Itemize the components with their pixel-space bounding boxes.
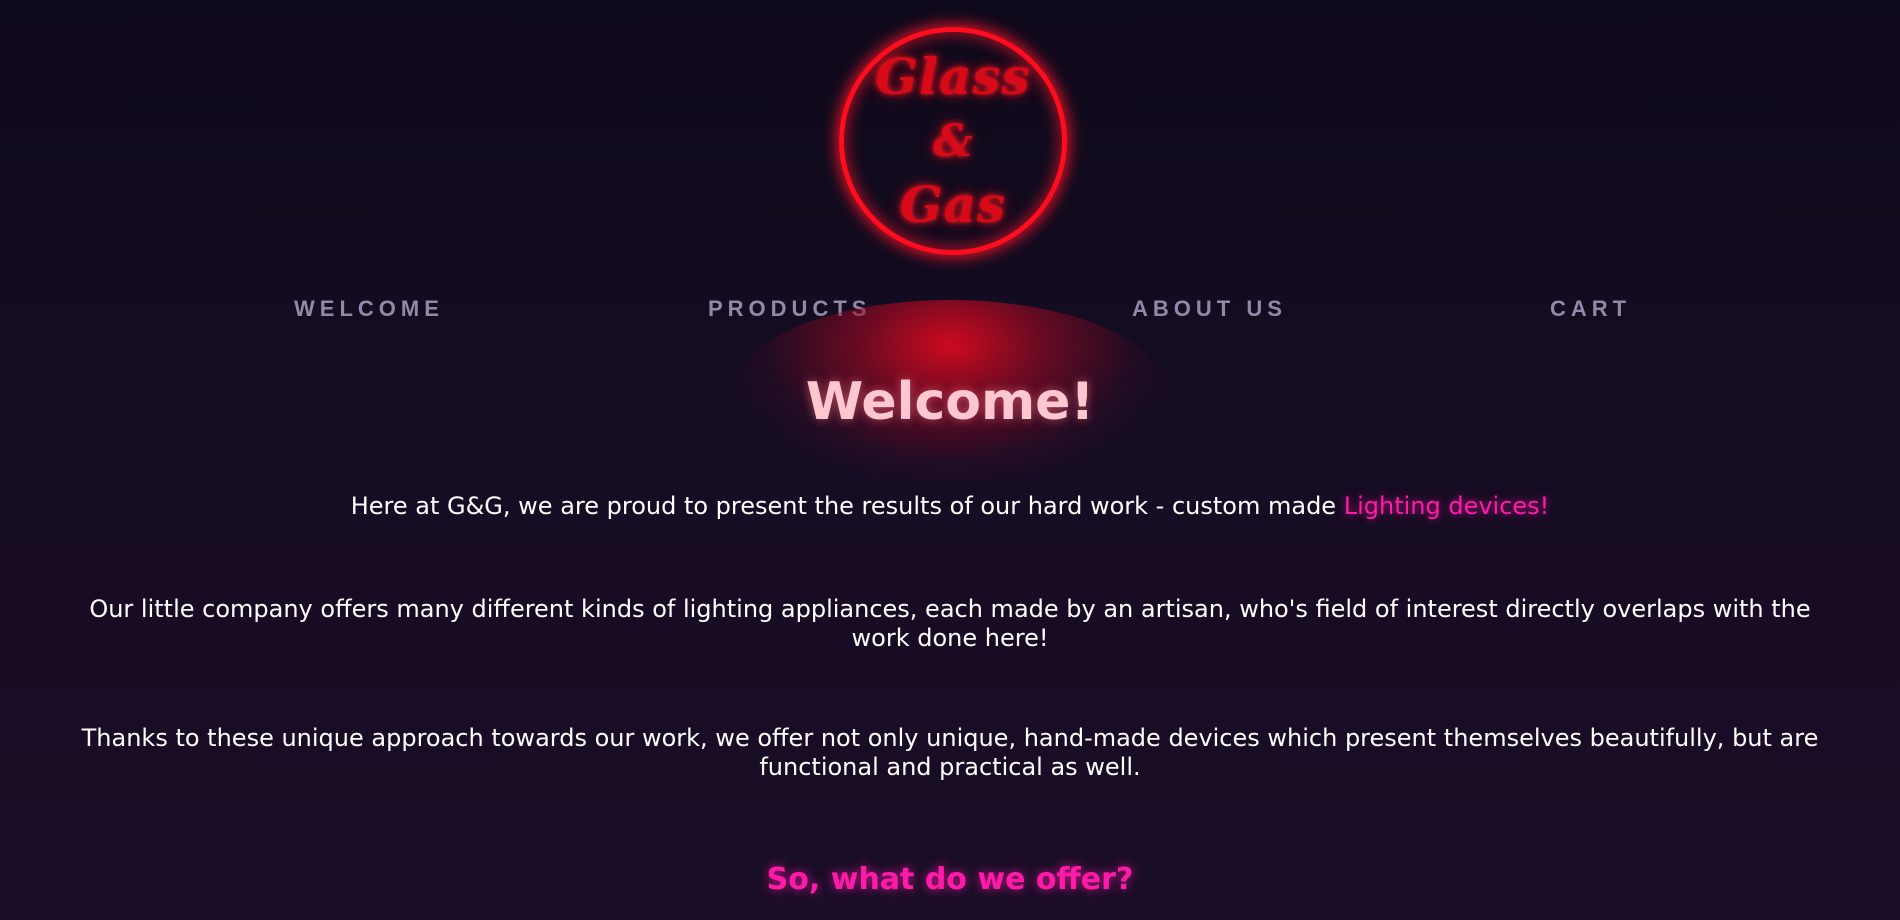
company-paragraph: Our little company offers many different… (89, 595, 1811, 652)
logo-text-gas: Gas (899, 175, 1007, 234)
lighting-devices-highlight: Lighting devices! (1343, 492, 1550, 520)
intro-paragraph: Here at G&G, we are proud to present the… (60, 492, 1840, 521)
nav-item-cart[interactable]: CART (1550, 296, 1631, 322)
logo[interactable]: Glass & Gas (839, 27, 1067, 255)
page-title: Welcome! (805, 372, 1095, 432)
logo-text-glass: Glass (875, 47, 1031, 106)
intro-text: Here at G&G, we are proud to present the… (350, 492, 1344, 520)
nav-item-about-us[interactable]: ABOUT US (1132, 296, 1287, 322)
approach-paragraph: Thanks to these unique approach towards … (81, 724, 1819, 781)
logo-text-ampersand: & (933, 116, 973, 167)
nav-item-welcome[interactable]: WELCOME (294, 296, 444, 322)
offer-heading: So, what do we offer? (766, 862, 1134, 897)
